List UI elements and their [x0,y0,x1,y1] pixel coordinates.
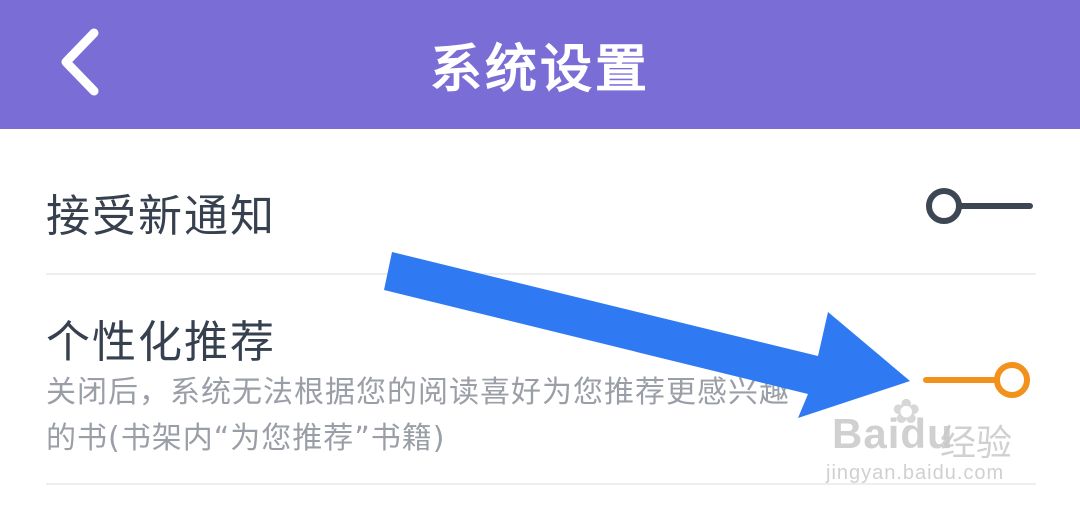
divider [46,483,1036,485]
setting-label-personalized: 个性化推荐 [46,317,276,368]
watermark-url: jingyan.baidu.com [826,462,1005,484]
app-header: 系统设置 [0,0,1080,129]
personalized-toggle[interactable] [922,356,1034,404]
baidu-jingyan-watermark: ✿ Baidu 经验 jingyan.baidu.com [822,392,1032,492]
divider [46,273,1036,275]
watermark-cn: 经验 [940,423,1013,464]
notifications-toggle[interactable] [922,182,1034,230]
page-title: 系统设置 [429,40,650,100]
chevron-left-icon [61,28,99,96]
setting-label-notifications: 接受新通知 [46,191,276,242]
back-button[interactable] [40,20,120,104]
paw-icon: ✿ [892,392,921,432]
watermark-brand: Baidu [832,410,954,457]
setting-description-personalized: 关闭后，系统无法根据您的阅读喜好为您推荐更感兴趣的书(书架内“为您推荐”书籍) [46,375,790,456]
